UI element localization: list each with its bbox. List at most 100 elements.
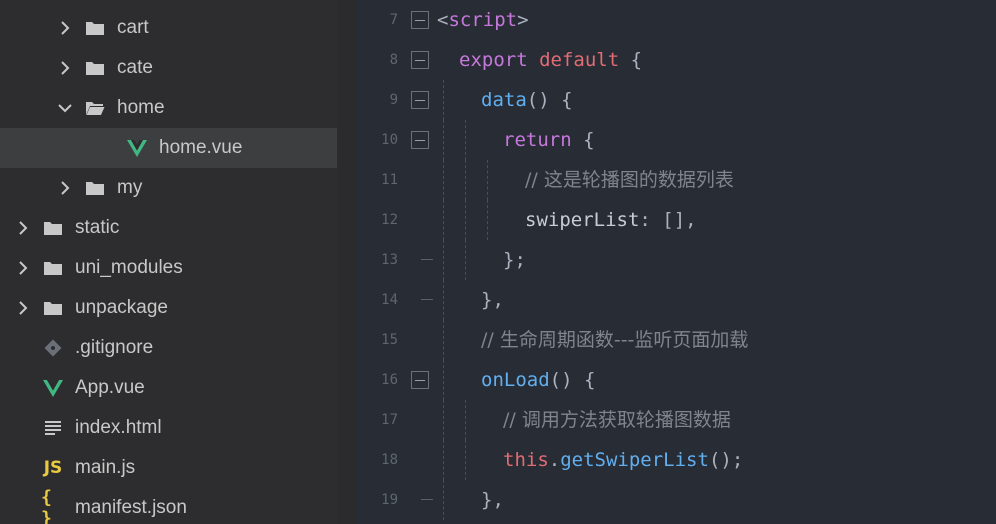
tree-folder-unpackage[interactable]: unpackage xyxy=(0,288,337,328)
indent-guide xyxy=(443,200,444,240)
code-token: export xyxy=(459,49,528,71)
indent-guide xyxy=(443,120,444,160)
code-line[interactable]: 14}, xyxy=(355,280,996,320)
tree-file--gitignore[interactable]: .gitignore xyxy=(0,328,337,368)
code-token: : [], xyxy=(639,209,697,231)
line-number: 10 xyxy=(381,132,398,148)
code-line[interactable]: 11 // 这是轮播图的数据列表 xyxy=(355,160,996,200)
code-line[interactable]: 9 data() { xyxy=(355,80,996,120)
folder-icon xyxy=(83,168,107,208)
tree-folder-cate[interactable]: cate xyxy=(0,48,337,88)
code-line[interactable]: 12 swiperList: [], xyxy=(355,200,996,240)
code-token: > xyxy=(517,9,529,31)
code-token: () { xyxy=(549,369,596,391)
code-line[interactable]: 13}; xyxy=(355,240,996,280)
fold-end-marker xyxy=(421,259,433,260)
tree-item-label: main.js xyxy=(75,457,136,478)
tree-item-label: App.vue xyxy=(75,377,145,398)
code-line[interactable]: 15 // 生命周期函数---监听页面加载 xyxy=(355,320,996,360)
line-number: 7 xyxy=(389,12,398,28)
folder-icon xyxy=(41,288,65,328)
chevron-right-icon[interactable] xyxy=(56,48,74,88)
line-number: 18 xyxy=(381,452,398,468)
indent-guide xyxy=(465,240,466,280)
folder-icon xyxy=(41,248,65,288)
indent-guide xyxy=(443,280,444,320)
line-number: 19 xyxy=(381,492,398,508)
line-number: 9 xyxy=(389,92,398,108)
json-file-icon-glyph: { } xyxy=(41,487,52,524)
fold-toggle-icon[interactable] xyxy=(411,11,429,29)
code-line[interactable]: 18 this.getSwiperList(); xyxy=(355,440,996,480)
code-line[interactable]: 17 // 调用方法获取轮播图数据 xyxy=(355,400,996,440)
tree-folder-my[interactable]: my xyxy=(0,168,337,208)
js-file-icon: JS xyxy=(41,448,65,488)
line-number: 8 xyxy=(389,52,398,68)
code-token: getSwiperList xyxy=(560,449,709,471)
tree-file-index-html[interactable]: index.html xyxy=(0,408,337,448)
code-text: this.getSwiperList(); xyxy=(503,440,743,480)
html-file-icon xyxy=(41,408,65,448)
code-token: }, xyxy=(481,289,504,311)
tree-file-home-vue[interactable]: home.vue xyxy=(0,128,337,168)
fold-toggle-icon[interactable] xyxy=(411,91,429,109)
indent-guide xyxy=(443,360,444,400)
code-text: }, xyxy=(481,480,504,520)
tree-folder-uni-modules[interactable]: uni_modules xyxy=(0,248,337,288)
folder-icon xyxy=(83,8,107,48)
code-text: }, xyxy=(481,280,504,320)
chevron-right-icon[interactable] xyxy=(56,168,74,208)
code-token: (); xyxy=(708,449,744,471)
code-line[interactable]: 8 export default { xyxy=(355,40,996,80)
indent-guide xyxy=(443,480,444,520)
chevron-right-icon[interactable] xyxy=(14,288,32,328)
tree-folder-home[interactable]: home xyxy=(0,88,337,128)
indent-guide xyxy=(443,160,444,200)
indent-guide xyxy=(443,400,444,440)
code-text: data() { xyxy=(481,80,573,120)
line-number: 17 xyxy=(381,412,398,428)
code-token: . xyxy=(548,449,561,471)
line-number: 16 xyxy=(381,372,398,388)
code-text: export default { xyxy=(459,40,642,80)
chevron-right-icon[interactable] xyxy=(14,208,32,248)
tree-file-main-js[interactable]: JS main.js xyxy=(0,448,337,488)
indent-guide xyxy=(443,240,444,280)
indent-guide xyxy=(465,120,466,160)
tree-folder-static[interactable]: static xyxy=(0,208,337,248)
tree-folder-cart[interactable]: cart xyxy=(0,8,337,48)
vue-file-icon xyxy=(125,128,149,168)
code-line[interactable]: 19}, xyxy=(355,480,996,520)
tree-file-app-vue[interactable]: App.vue xyxy=(0,368,337,408)
chevron-down-icon[interactable] xyxy=(56,88,74,128)
tree-item-label: unpackage xyxy=(75,297,168,318)
indent-guide xyxy=(443,440,444,480)
line-number: 11 xyxy=(381,172,398,188)
code-text: <script> xyxy=(437,0,529,40)
code-line[interactable]: 10 return { xyxy=(355,120,996,160)
line-number: 13 xyxy=(381,252,398,268)
tree-file-manifest-json[interactable]: { } manifest.json xyxy=(0,487,337,524)
fold-end-marker xyxy=(421,499,433,500)
tree-item-label: uni_modules xyxy=(75,257,183,278)
code-token: data xyxy=(481,89,527,111)
code-line[interactable]: 16 onLoad() { xyxy=(355,360,996,400)
code-text: swiperList: [], xyxy=(525,200,697,240)
chevron-right-icon[interactable] xyxy=(14,248,32,288)
tree-item-label: home.vue xyxy=(159,137,243,158)
tree-item-label: cart xyxy=(117,17,149,38)
code-token: default xyxy=(539,49,620,71)
sidebar-divider[interactable] xyxy=(337,0,355,524)
fold-toggle-icon[interactable] xyxy=(411,131,429,149)
code-line[interactable]: 7 <script> xyxy=(355,0,996,40)
fold-toggle-icon[interactable] xyxy=(411,371,429,389)
indent-guide xyxy=(465,160,466,200)
tree-item-label: cate xyxy=(117,57,153,78)
code-editor[interactable]: 7 <script> 8 export default {9 data() {10 ret… xyxy=(355,0,996,524)
chevron-right-icon[interactable] xyxy=(56,8,74,48)
fold-toggle-icon[interactable] xyxy=(411,51,429,69)
json-file-icon: { } xyxy=(41,487,65,524)
